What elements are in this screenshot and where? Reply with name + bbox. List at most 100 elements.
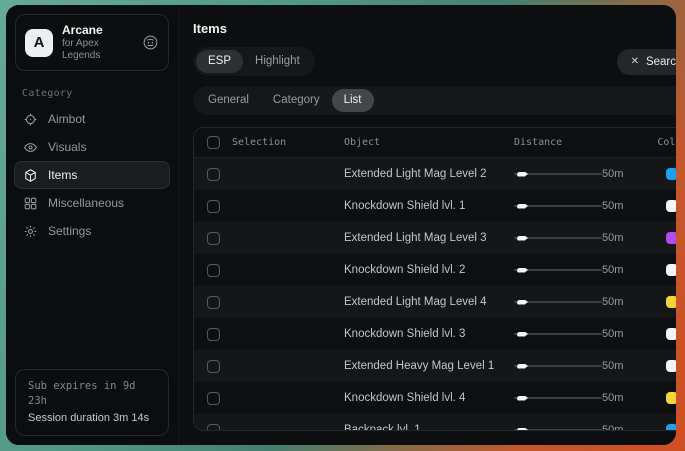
main-panel: Items ESPHighlight ✕ Search GeneralCateg… <box>178 5 676 445</box>
object-name: Knockdown Shield lvl. 2 <box>344 264 514 276</box>
sidebar-item-visuals[interactable]: Visuals <box>14 133 170 161</box>
row-checkbox[interactable] <box>207 328 220 341</box>
brand-text: Arcane for Apex Legends <box>62 23 133 62</box>
session-duration-text: Session duration 3m 14s <box>28 411 156 426</box>
column-header-selection: Selection <box>232 137 286 148</box>
distance-slider[interactable] <box>514 233 602 243</box>
table-row: Knockdown Shield lvl. 1 50m <box>194 190 676 222</box>
desktop-background: A Arcane for Apex Legends Category Aimbo… <box>0 0 685 451</box>
row-checkbox[interactable] <box>207 296 220 309</box>
slider-track <box>514 429 602 431</box>
gear-icon <box>23 224 38 239</box>
view-tab-group: GeneralCategoryList <box>193 86 676 115</box>
row-checkbox[interactable] <box>207 424 220 432</box>
header-selection-cell: Selection <box>194 136 344 149</box>
column-header-color: Color <box>649 137 676 148</box>
tab-category[interactable]: Category <box>261 89 332 112</box>
table-row: Extended Heavy Mag Level 1 50m <box>194 350 676 382</box>
sidebar-item-label: Visuals <box>48 140 86 154</box>
discord-icon[interactable] <box>142 34 159 51</box>
page-title: Items <box>193 21 676 36</box>
object-name: Backpack lvl. 1 <box>344 424 514 431</box>
table-row: Extended Light Mag Level 2 50m <box>194 158 676 190</box>
row-checkbox[interactable] <box>207 392 220 405</box>
row-checkbox[interactable] <box>207 232 220 245</box>
x-icon: ✕ <box>631 56 639 68</box>
table-body: Extended Light Mag Level 2 50m Knockdown… <box>194 158 676 431</box>
distance-slider[interactable] <box>514 393 602 403</box>
sub-expires-text: Sub expires in 9d 23h <box>28 379 156 409</box>
color-swatch[interactable] <box>666 424 676 431</box>
sidebar-item-label: Aimbot <box>48 112 85 126</box>
object-name: Extended Light Mag Level 4 <box>344 296 514 308</box>
table-row: Knockdown Shield lvl. 2 50m <box>194 254 676 286</box>
distance-slider[interactable] <box>514 425 602 431</box>
distance-value: 50m <box>602 232 623 244</box>
tab-esp[interactable]: ESP <box>196 50 243 73</box>
row-checkbox[interactable] <box>207 168 220 181</box>
column-header-object: Object <box>344 137 514 148</box>
object-name: Extended Light Mag Level 2 <box>344 168 514 180</box>
grid-icon <box>23 196 38 211</box>
table-row: Extended Light Mag Level 4 50m <box>194 286 676 318</box>
tab-general[interactable]: General <box>196 89 261 112</box>
object-name: Knockdown Shield lvl. 3 <box>344 328 514 340</box>
object-name: Knockdown Shield lvl. 4 <box>344 392 514 404</box>
distance-value: 50m <box>602 360 623 372</box>
color-swatch[interactable] <box>666 328 676 340</box>
column-header-distance: Distance <box>514 137 649 148</box>
category-section-label: Category <box>22 88 178 99</box>
distance-slider[interactable] <box>514 169 602 179</box>
arcane-app-window: A Arcane for Apex Legends Category Aimbo… <box>6 5 676 445</box>
table-row: Knockdown Shield lvl. 3 50m <box>194 318 676 350</box>
distance-slider[interactable] <box>514 361 602 371</box>
table-row: Backpack lvl. 1 50m <box>194 414 676 431</box>
table-row: Knockdown Shield lvl. 4 50m <box>194 382 676 414</box>
color-swatch[interactable] <box>666 392 676 404</box>
color-swatch[interactable] <box>666 200 676 212</box>
table-header-row: Selection Object Distance Color <box>194 128 676 158</box>
distance-slider[interactable] <box>514 201 602 211</box>
color-swatch[interactable] <box>666 360 676 372</box>
sidebar-spacer <box>6 245 178 369</box>
toolbar: ESPHighlight ✕ Search <box>193 47 676 76</box>
distance-value: 50m <box>602 200 623 212</box>
items-table: Selection Object Distance Color Extended… <box>193 127 676 431</box>
sidebar-item-items[interactable]: Items <box>14 161 170 189</box>
tab-highlight[interactable]: Highlight <box>243 50 312 73</box>
esp-highlight-tab-group: ESPHighlight <box>193 47 315 76</box>
sidebar: A Arcane for Apex Legends Category Aimbo… <box>6 5 178 445</box>
distance-value: 50m <box>602 168 623 180</box>
distance-value: 50m <box>602 264 623 276</box>
sidebar-item-label: Items <box>48 168 77 182</box>
distance-slider[interactable] <box>514 297 602 307</box>
color-swatch[interactable] <box>666 264 676 276</box>
color-swatch[interactable] <box>666 168 676 180</box>
object-name: Extended Light Mag Level 3 <box>344 232 514 244</box>
search-button-label: Search <box>646 56 676 68</box>
object-name: Knockdown Shield lvl. 1 <box>344 200 514 212</box>
object-name: Extended Heavy Mag Level 1 <box>344 360 514 372</box>
tab-list[interactable]: List <box>332 89 374 112</box>
distance-value: 50m <box>602 424 623 431</box>
distance-slider[interactable] <box>514 265 602 275</box>
crosshair-icon <box>23 112 38 127</box>
distance-value: 50m <box>602 328 623 340</box>
search-button[interactable]: ✕ Search <box>617 49 676 75</box>
sidebar-item-settings[interactable]: Settings <box>14 217 170 245</box>
sidebar-item-miscellaneous[interactable]: Miscellaneous <box>14 189 170 217</box>
subscription-card: Sub expires in 9d 23h Session duration 3… <box>15 369 169 436</box>
box-icon <box>23 168 38 183</box>
table-row: Extended Light Mag Level 3 50m <box>194 222 676 254</box>
color-swatch[interactable] <box>666 296 676 308</box>
distance-slider[interactable] <box>514 329 602 339</box>
color-swatch[interactable] <box>666 232 676 244</box>
select-all-checkbox[interactable] <box>207 136 220 149</box>
distance-value: 50m <box>602 392 623 404</box>
sidebar-item-aimbot[interactable]: Aimbot <box>14 105 170 133</box>
row-checkbox[interactable] <box>207 200 220 213</box>
eye-icon <box>23 140 38 155</box>
row-checkbox[interactable] <box>207 264 220 277</box>
row-checkbox[interactable] <box>207 360 220 373</box>
app-subtitle: for Apex Legends <box>62 38 133 62</box>
